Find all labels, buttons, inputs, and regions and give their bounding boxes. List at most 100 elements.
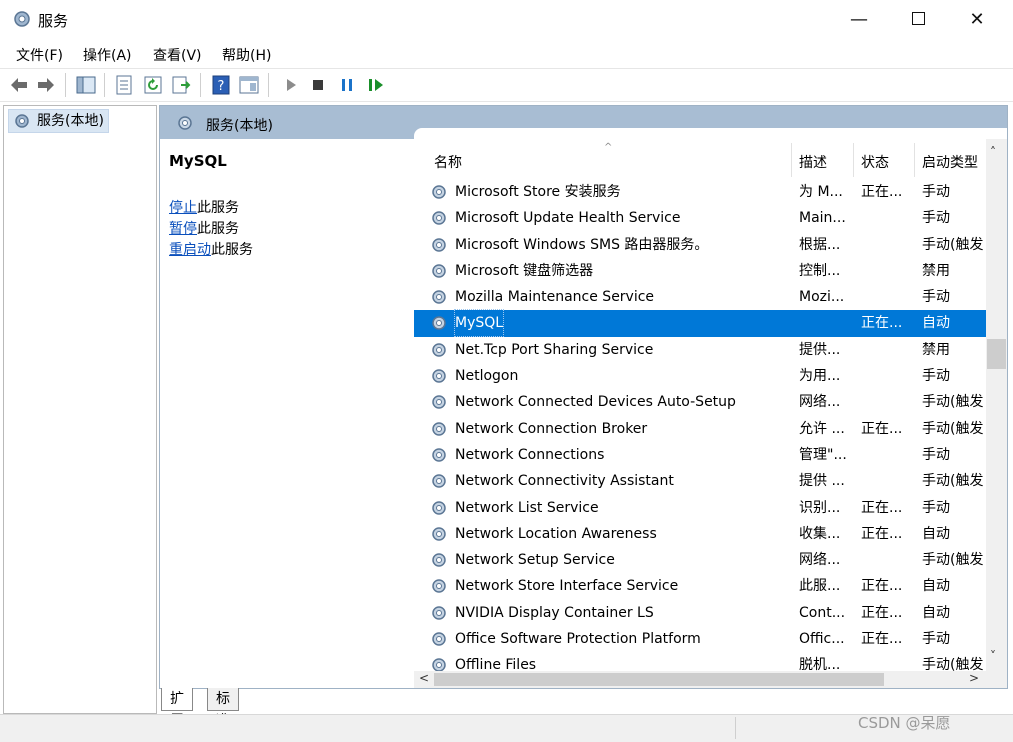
cell-description: 管理"...	[799, 446, 847, 463]
tab-extended[interactable]: 扩展	[161, 688, 193, 729]
cell-name: Network Setup Service	[455, 552, 615, 569]
help-icon[interactable]: ?	[210, 74, 232, 96]
stop-service-link[interactable]: 停止	[169, 200, 197, 216]
cell-status: 正在...	[861, 631, 903, 648]
menu-action[interactable]: 操作(A)	[83, 45, 132, 65]
tab-standard[interactable]: 标准	[207, 688, 239, 729]
table-row[interactable]: Network Connections 管理"... 手动	[414, 442, 986, 468]
cell-description: 收集...	[799, 525, 841, 542]
table-row[interactable]: Office Software Protection Platform Offic…	[414, 626, 986, 652]
table-row[interactable]: Microsoft Windows SMS 路由器服务。 根据... 手动(触发	[414, 232, 986, 258]
table-row[interactable]: Network Setup Service 网络... 手动(触发	[414, 547, 986, 573]
tree-item-services-local[interactable]: 服务(本地)	[8, 109, 109, 133]
cell-description: 网络...	[799, 552, 841, 569]
cell-name: Microsoft Update Health Service	[455, 210, 681, 227]
services-gear-icon	[15, 114, 29, 128]
console-view-icon[interactable]	[238, 74, 260, 96]
cell-name: Microsoft 键盘筛选器	[455, 262, 594, 279]
column-divider[interactable]	[853, 143, 854, 177]
column-divider[interactable]	[791, 143, 792, 177]
cell-name: Network Connection Broker	[455, 420, 648, 437]
action-suffix: 此服务	[211, 242, 253, 258]
cell-startup-type: 手动	[922, 446, 950, 463]
column-divider[interactable]	[914, 143, 915, 177]
cell-startup-type: 手动	[922, 289, 950, 306]
cell-description: 控制...	[799, 262, 841, 279]
pause-service-link[interactable]: 暂停	[169, 221, 197, 237]
horizontal-scrollbar[interactable]: < >	[414, 671, 986, 688]
horizontal-scroll-thumb[interactable]	[434, 673, 884, 686]
selected-service-name: MySQL	[169, 152, 227, 170]
vertical-scroll-thumb[interactable]	[987, 339, 1006, 369]
cell-name: Microsoft Windows SMS 路由器服务。	[455, 236, 709, 253]
menu-file[interactable]: 文件(F)	[16, 45, 63, 65]
cell-description: 识别...	[799, 499, 841, 516]
cell-name: Office Software Protection Platform	[455, 631, 701, 648]
table-row[interactable]: Network Connectivity Assistant 提供 ... 手动(触…	[414, 468, 986, 494]
column-header-description[interactable]: 描述	[799, 152, 827, 172]
table-row[interactable]: Net.Tcp Port Sharing Service 提供... 禁用	[414, 337, 986, 363]
watermark: CSDN @呆愿	[858, 714, 951, 732]
restart-service-icon[interactable]	[365, 74, 387, 96]
maximize-button[interactable]	[889, 0, 947, 40]
forward-arrow-icon[interactable]	[35, 74, 57, 96]
cell-startup-type: 手动(触发	[922, 473, 984, 490]
scroll-down-icon[interactable]: ˅	[990, 649, 996, 663]
table-row[interactable]: NVIDIA Display Container LS Cont... 正在... 自…	[414, 600, 986, 626]
sort-ascending-icon: ^	[604, 142, 613, 153]
cell-name: NVIDIA Display Container LS	[455, 604, 654, 621]
maximize-icon	[911, 12, 925, 25]
table-row[interactable]: MySQL 正在... 自动	[414, 309, 986, 338]
table-row[interactable]: Network Location Awareness 收集... 正在... 自动	[414, 521, 986, 547]
cell-description: Cont...	[799, 604, 846, 621]
cell-startup-type: 手动(触发	[922, 394, 984, 411]
restart-service-link[interactable]: 重启动	[169, 242, 211, 258]
column-header-startup-type[interactable]: 启动类型	[922, 152, 978, 172]
cell-startup-type: 手动(触发	[922, 236, 984, 253]
table-row[interactable]: Network Store Interface Service 此服... 正在..…	[414, 573, 986, 599]
cell-startup-type: 禁用	[922, 262, 950, 279]
vertical-scrollbar[interactable]: ˄ ˅	[986, 139, 1007, 671]
start-service-icon[interactable]	[280, 74, 302, 96]
svg-text:?: ?	[218, 79, 225, 94]
close-button[interactable]: ✕	[948, 0, 1006, 40]
export-list-icon[interactable]	[170, 74, 192, 96]
table-body: Microsoft Store 安装服务为 M... 正在... 手动 Microso…	[414, 179, 986, 679]
table-row[interactable]: Mozilla Maintenance Service Mozi... 手动	[414, 284, 986, 310]
table-row[interactable]: Network Connected Devices Auto-Setup 网络..…	[414, 389, 986, 415]
menu-help[interactable]: 帮助(H)	[222, 45, 271, 65]
scroll-up-icon[interactable]: ˄	[990, 145, 996, 159]
cell-description: 提供...	[799, 341, 841, 358]
column-header-name[interactable]: 名称	[434, 152, 462, 172]
scroll-right-icon[interactable]: >	[969, 671, 979, 685]
table-row[interactable]: Netlogon 为用... 手动	[414, 363, 986, 389]
toolbar-separator	[200, 73, 201, 97]
action-pause: 暂停此服务	[169, 218, 239, 238]
menu-view[interactable]: 查看(V)	[153, 45, 202, 65]
action-suffix: 此服务	[197, 221, 239, 237]
scroll-left-icon[interactable]: <	[419, 671, 429, 685]
action-stop: 停止此服务	[169, 197, 239, 217]
back-arrow-icon[interactable]	[8, 74, 30, 96]
table-row[interactable]: Microsoft Update Health Service Main... 手动	[414, 205, 986, 231]
status-divider	[735, 717, 736, 739]
pane-title: 服务(本地)	[206, 118, 273, 134]
table-row[interactable]: Microsoft 键盘筛选器 控制... 禁用	[414, 258, 986, 284]
properties-icon[interactable]	[113, 74, 135, 96]
column-header-status[interactable]: 状态	[861, 152, 889, 172]
cell-startup-type: 手动	[922, 368, 950, 385]
cell-description: 网络...	[799, 394, 841, 411]
table-row[interactable]: Microsoft Store 安装服务 为 M... 正在... 手动	[414, 179, 986, 205]
refresh-icon[interactable]	[142, 74, 164, 96]
table-row[interactable]: Network List Service 识别... 正在... 手动	[414, 495, 986, 521]
cell-startup-type: 手动(触发	[922, 420, 984, 437]
show-hide-tree-icon[interactable]	[75, 74, 97, 96]
cell-name: Network Location Awareness	[455, 525, 657, 542]
stop-service-icon[interactable]	[307, 74, 329, 96]
cell-status: 正在...	[861, 315, 903, 332]
cell-startup-type: 手动(触发	[922, 552, 984, 569]
pause-service-icon[interactable]	[336, 74, 358, 96]
table-row[interactable]: Network Connection Broker 允许 ... 正在... 手动(触…	[414, 416, 986, 442]
window-title: 服务	[38, 12, 69, 30]
minimize-button[interactable]: —	[830, 0, 888, 40]
